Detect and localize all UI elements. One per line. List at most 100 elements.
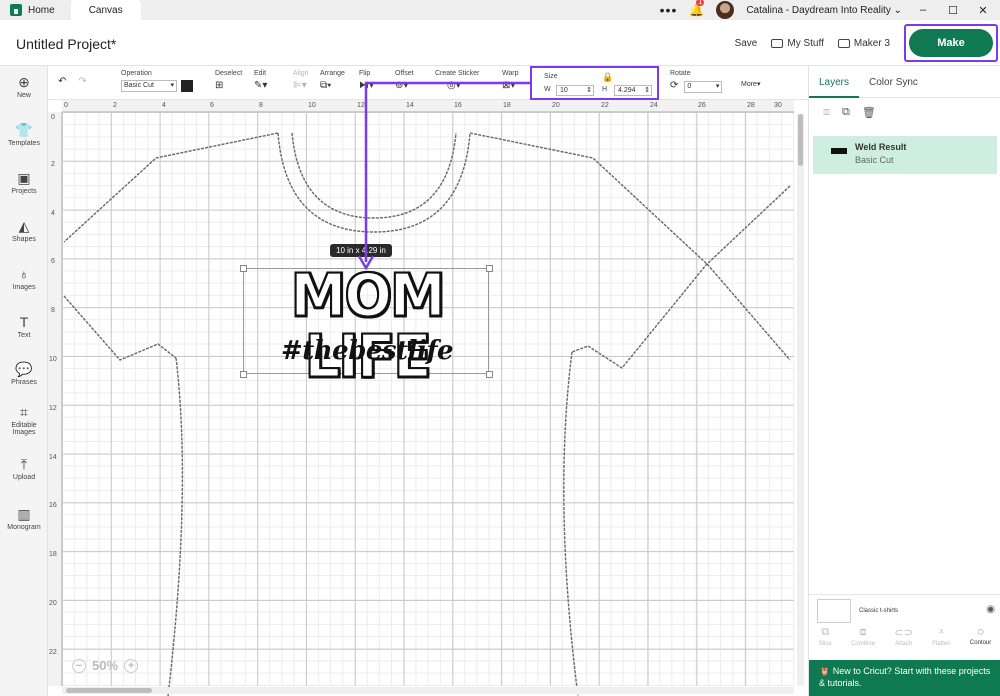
contour-button[interactable]: ◌ Contour bbox=[970, 626, 991, 660]
sidebar-item-projects[interactable]: ▣ Projects bbox=[0, 170, 48, 195]
flatten-icon: ⩡ bbox=[938, 626, 945, 638]
upload-icon: ⤒ bbox=[20, 456, 28, 472]
design-text-hashtag[interactable]: #thebestlife bbox=[247, 336, 487, 366]
rotate-icon[interactable]: ⟳ bbox=[670, 80, 678, 91]
eye-icon[interactable]: ◉ bbox=[986, 604, 995, 615]
project-title[interactable]: Untitled Project* bbox=[16, 36, 116, 52]
resize-handle-tr[interactable] bbox=[486, 265, 493, 272]
width-label: W bbox=[544, 86, 551, 93]
sticker-icon[interactable]: ◎▾ bbox=[447, 80, 461, 91]
undo-redo-group: ↶ ↷ bbox=[58, 76, 87, 87]
attach-icon: ⊂⊃ bbox=[894, 627, 913, 639]
combine-button[interactable]: ⧈ Combine bbox=[851, 626, 875, 660]
offset-icon[interactable]: ⊚▾ bbox=[395, 80, 408, 91]
promo-banner[interactable]: 🦉 New to Cricut? Start with these projec… bbox=[809, 660, 1000, 696]
text-icon: T bbox=[19, 314, 29, 330]
tshirt-outline-right bbox=[469, 132, 791, 361]
resize-handle-bl[interactable] bbox=[240, 371, 247, 378]
project-header: Untitled Project* Save My Stuff Maker 3 … bbox=[0, 20, 1000, 66]
user-name: Catalina - Daydream Into Reality bbox=[746, 4, 891, 16]
machine-label: Maker 3 bbox=[853, 37, 890, 49]
tshirt-left-side bbox=[167, 357, 184, 696]
sidebar-item-text[interactable]: T Text bbox=[0, 314, 48, 339]
layers-panel: Layers Color Sync ⧈ ⧉ 🗑 Weld Result Basi… bbox=[808, 66, 1000, 696]
sidebar-item-monogram[interactable]: ▥ Monogram bbox=[0, 506, 48, 531]
pencil-icon[interactable]: ✎▾ bbox=[254, 80, 267, 91]
bulb-icon: ♁ bbox=[18, 266, 30, 282]
sidebar-item-editable-images[interactable]: ⌗ Editable Images bbox=[0, 404, 48, 436]
notifications-bell-icon[interactable]: 🔔 1 bbox=[689, 0, 705, 17]
tab-home[interactable]: Home bbox=[0, 0, 67, 20]
sidebar-item-templates[interactable]: 👕 Templates bbox=[0, 122, 48, 147]
tab-color-sync[interactable]: Color Sync bbox=[859, 66, 928, 98]
trash-icon[interactable]: 🗑 bbox=[862, 106, 876, 119]
more-options-icon[interactable]: ••• bbox=[660, 2, 678, 18]
tab-layers[interactable]: Layers bbox=[809, 66, 860, 98]
group-icon[interactable]: ⧈ bbox=[823, 106, 830, 118]
undo-icon[interactable]: ↶ bbox=[58, 76, 66, 87]
height-input[interactable]: 4.294 bbox=[614, 85, 652, 96]
create-sticker-group: Create Sticker ◎▾ bbox=[435, 70, 479, 91]
save-button[interactable]: Save bbox=[735, 38, 758, 49]
minimize-icon[interactable]: – bbox=[914, 4, 932, 16]
plus-circle-icon: ⊕ bbox=[18, 74, 30, 90]
user-menu[interactable]: Catalina - Daydream Into Reality ⌄ bbox=[746, 5, 902, 16]
lock-icon[interactable]: 🔒 bbox=[602, 72, 613, 83]
close-icon[interactable]: ✕ bbox=[974, 4, 992, 17]
deselect-label: Deselect bbox=[215, 70, 243, 77]
width-input[interactable]: 10 bbox=[556, 85, 594, 96]
my-stuff-button[interactable]: My Stuff bbox=[771, 38, 824, 49]
design-text-mom-life[interactable]: MOM LIFE bbox=[247, 265, 487, 389]
projects-icon: ▣ bbox=[17, 170, 31, 186]
sidebar-item-images[interactable]: ♁ Images bbox=[0, 266, 48, 291]
resize-handle-br[interactable] bbox=[486, 371, 493, 378]
layer-operation: Basic Cut bbox=[855, 155, 894, 165]
sidebar-item-new[interactable]: ⊕ New bbox=[0, 74, 48, 99]
sidebar-item-upload[interactable]: ⤒ Upload bbox=[0, 456, 48, 481]
sidebar-item-phrases[interactable]: 💬 Phrases bbox=[0, 361, 48, 386]
warp-icon[interactable]: ⊠▾ bbox=[502, 80, 515, 91]
flip-icon[interactable]: ⧓▾ bbox=[359, 80, 374, 91]
size-group: Size 🔒 W 10 H 4.294 bbox=[530, 66, 659, 100]
color-swatch[interactable] bbox=[181, 80, 193, 92]
sidebar-item-shapes[interactable]: ◭ Shapes bbox=[0, 218, 48, 243]
flatten-button[interactable]: ⩡ Flatten bbox=[932, 626, 950, 660]
duplicate-icon[interactable]: ⧉ bbox=[842, 106, 850, 118]
arrange-icon[interactable]: ⧉▾ bbox=[320, 80, 331, 91]
zoom-in-button[interactable]: + bbox=[124, 658, 139, 673]
resize-handle-tl[interactable] bbox=[240, 265, 247, 272]
zoom-level: 50% bbox=[92, 658, 119, 673]
chevron-down-icon: ⌄ bbox=[893, 4, 902, 16]
zoom-out-button[interactable]: − bbox=[72, 658, 86, 673]
deselect-icon[interactable]: ⊞ bbox=[215, 80, 223, 91]
speech-bubble-icon: 💬 bbox=[15, 361, 33, 377]
vertical-scrollbar[interactable] bbox=[797, 114, 804, 686]
machine-selector[interactable]: Maker 3 bbox=[837, 37, 890, 49]
design-canvas[interactable]: 0 2 4 6 8 10 12 14 16 18 20 22 24 26 28 … bbox=[48, 100, 808, 696]
horizontal-scroll-thumb[interactable] bbox=[66, 688, 152, 693]
notification-badge: 1 bbox=[696, 0, 705, 6]
tshirt-left-sleeve bbox=[63, 295, 177, 361]
left-sidebar: ⊕ New 👕 Templates ▣ Projects ◭ Shapes ♁ Image… bbox=[0, 66, 48, 696]
maximize-icon[interactable]: ☐ bbox=[944, 4, 962, 17]
rotate-input[interactable]: 0 bbox=[684, 81, 723, 93]
align-icon[interactable]: ⊫▾ bbox=[293, 80, 307, 91]
arrange-label: Arrange bbox=[320, 70, 345, 77]
canvas-template-row[interactable]: Classic t-shirts ◉ bbox=[809, 594, 1000, 624]
offset-group: Offset ⊚▾ bbox=[395, 70, 414, 91]
user-avatar[interactable] bbox=[716, 1, 735, 19]
shirt-icon: 👕 bbox=[15, 122, 33, 138]
tab-canvas[interactable]: Canvas bbox=[70, 0, 141, 20]
template-thumbnail bbox=[817, 599, 851, 623]
make-button[interactable]: Make bbox=[909, 29, 993, 57]
flip-group: Flip ⧓▾ bbox=[359, 70, 374, 91]
redo-icon[interactable]: ↷ bbox=[78, 76, 86, 87]
editable-images-icon: ⌗ bbox=[20, 404, 28, 420]
slice-button[interactable]: ⧉ Slice bbox=[819, 626, 832, 660]
operation-select[interactable]: Basic Cut bbox=[121, 80, 177, 92]
layer-item-weld-result[interactable]: Weld Result Basic Cut bbox=[813, 136, 997, 174]
horizontal-scrollbar[interactable] bbox=[62, 687, 794, 694]
attach-button[interactable]: ⊂⊃ Attach bbox=[894, 626, 912, 660]
more-button[interactable]: More▾ bbox=[741, 80, 760, 88]
vertical-scroll-thumb[interactable] bbox=[798, 114, 803, 166]
